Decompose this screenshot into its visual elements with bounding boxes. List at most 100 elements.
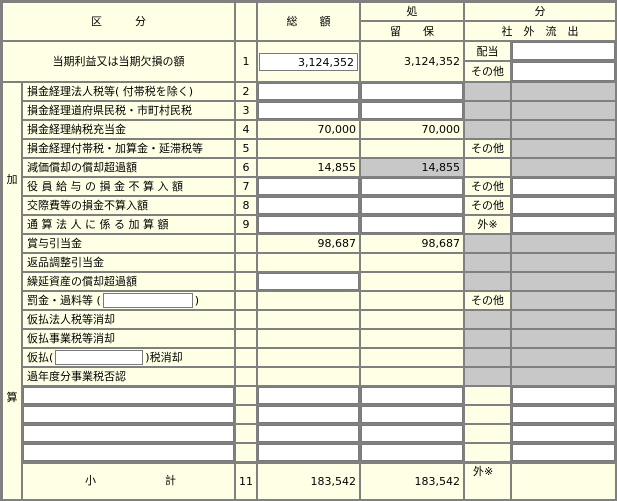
row-ryuho[interactable]	[361, 83, 463, 100]
blank-row-ryuho-input[interactable]	[361, 406, 463, 423]
row-label-text: 交際費等の損金不算入額	[27, 199, 148, 212]
row-no	[236, 368, 256, 385]
row-no	[236, 235, 256, 252]
row-no	[236, 254, 256, 271]
row-sougaku[interactable]	[258, 102, 359, 119]
row-1-haito-input[interactable]	[512, 42, 615, 60]
row-type	[465, 311, 510, 328]
row-label-input[interactable]	[102, 293, 193, 308]
blank-row-no	[236, 387, 256, 404]
row-9-label: 通 算 法 人 に 係 る 加 算 額	[23, 216, 234, 233]
row-ryuho	[361, 368, 463, 385]
subtotal-label-cell: 小 計	[23, 464, 234, 499]
row-type	[465, 330, 510, 347]
row-shagai-amount	[512, 235, 615, 252]
row-sougaku	[258, 311, 359, 328]
subtotal-label-2: 計	[165, 474, 176, 487]
row-shagai-amount	[512, 254, 615, 271]
row-sougaku[interactable]	[258, 178, 359, 195]
row-7-label: 役 員 給 与 の 損 金 不 算 入 額	[23, 178, 234, 195]
row-shagai-amount[interactable]	[512, 178, 615, 195]
side-kasan-column	[3, 83, 21, 464]
row-ryuho[interactable]	[361, 102, 463, 119]
row-type: その他	[465, 140, 510, 157]
row-sougaku[interactable]	[258, 83, 359, 100]
row-ryuho	[361, 273, 463, 290]
blank-row-label-input[interactable]	[23, 444, 234, 461]
row-sougaku: 98,687	[258, 235, 359, 252]
side-label-ka: 加	[6, 172, 18, 186]
subtotal-no: 11	[236, 464, 256, 499]
row-shagai-amount[interactable]	[512, 197, 615, 214]
blank-row-sougaku-input[interactable]	[258, 387, 359, 404]
row-no: 5	[236, 140, 256, 157]
row-label-text: 仮払事業税等消却	[27, 332, 115, 345]
blank-row-shagai-input[interactable]	[512, 406, 615, 423]
row-shagai-amount	[512, 102, 615, 119]
row-ryuho	[361, 254, 463, 271]
row-1-sougaku-input[interactable]: 3,124,352	[259, 53, 358, 71]
blank-row-sougaku-input[interactable]	[258, 406, 359, 423]
blank-row-ryuho-input[interactable]	[361, 444, 463, 461]
row-label-text: 減価償却の償却超過額	[27, 161, 137, 174]
row-label-text: 過年度分事業税否認	[27, 370, 126, 383]
row-type	[465, 254, 510, 271]
subtotal-type: 外※	[465, 464, 510, 499]
row-no: 9	[236, 216, 256, 233]
row-type	[465, 349, 510, 366]
row-shagai-amount	[512, 292, 615, 309]
row-shagai-amount[interactable]	[512, 216, 615, 233]
row-no: 8	[236, 197, 256, 214]
row-type	[465, 235, 510, 252]
blank-row-type	[465, 425, 510, 442]
row-label-text: 賞与引当金	[27, 237, 82, 250]
row-type	[465, 121, 510, 138]
row-no: 3	[236, 102, 256, 119]
row-ryuho[interactable]	[361, 178, 463, 195]
blank-row-ryuho-input[interactable]	[361, 425, 463, 442]
row-1-no: 1	[236, 42, 256, 81]
subtotal-sougaku: 183,542	[258, 464, 359, 499]
row-10-label: 賞与引当金	[23, 235, 234, 252]
row-no	[236, 330, 256, 347]
header-shagai: 社 外 流 出	[465, 22, 615, 40]
row-ryuho	[361, 311, 463, 328]
row-type	[465, 83, 510, 100]
row-ryuho[interactable]	[361, 197, 463, 214]
row-1-sonota: その他	[465, 62, 510, 81]
row-ryuho: 98,687	[361, 235, 463, 252]
row-11-label: 返品調整引当金	[23, 254, 234, 271]
row-sougaku[interactable]	[258, 216, 359, 233]
blank-row-sougaku-input[interactable]	[258, 425, 359, 442]
row-type: その他	[465, 197, 510, 214]
row-label-text: 仮払法人税等消却	[27, 313, 115, 326]
row-ryuho[interactable]	[361, 216, 463, 233]
blank-row-label-input[interactable]	[23, 406, 234, 423]
row-1-sonota-input[interactable]	[512, 62, 615, 81]
row-1-label: 当期利益又は当期欠損の額	[3, 42, 234, 81]
row-shagai-amount	[512, 140, 615, 157]
row-label-text: 損金経理納税充当金	[27, 123, 126, 136]
row-label-text: 役 員 給 与 の 損 金 不 算 入 額	[27, 180, 183, 193]
row-8-label: 交際費等の損金不算入額	[23, 197, 234, 214]
blank-row-label-input[interactable]	[23, 425, 234, 442]
row-no: 4	[236, 121, 256, 138]
blank-row-type	[465, 406, 510, 423]
blank-row-ryuho-input[interactable]	[361, 387, 463, 404]
blank-row-sougaku-input[interactable]	[258, 444, 359, 461]
blank-row-shagai-input[interactable]	[512, 387, 615, 404]
blank-row-shagai-input[interactable]	[512, 425, 615, 442]
row-sougaku[interactable]	[258, 197, 359, 214]
row-sougaku	[258, 292, 359, 309]
row-label-input[interactable]	[55, 350, 144, 365]
row-no	[236, 311, 256, 328]
row-ryuho	[361, 330, 463, 347]
blank-row-label-input[interactable]	[23, 387, 234, 404]
row-sougaku[interactable]	[258, 273, 359, 290]
row-sougaku	[258, 349, 359, 366]
row-1-ryuho: 3,124,352	[361, 42, 463, 81]
row-4-label: 損金経理納税充当金	[23, 121, 234, 138]
row-sougaku	[258, 368, 359, 385]
row-type: その他	[465, 292, 510, 309]
blank-row-shagai-input[interactable]	[512, 444, 615, 461]
